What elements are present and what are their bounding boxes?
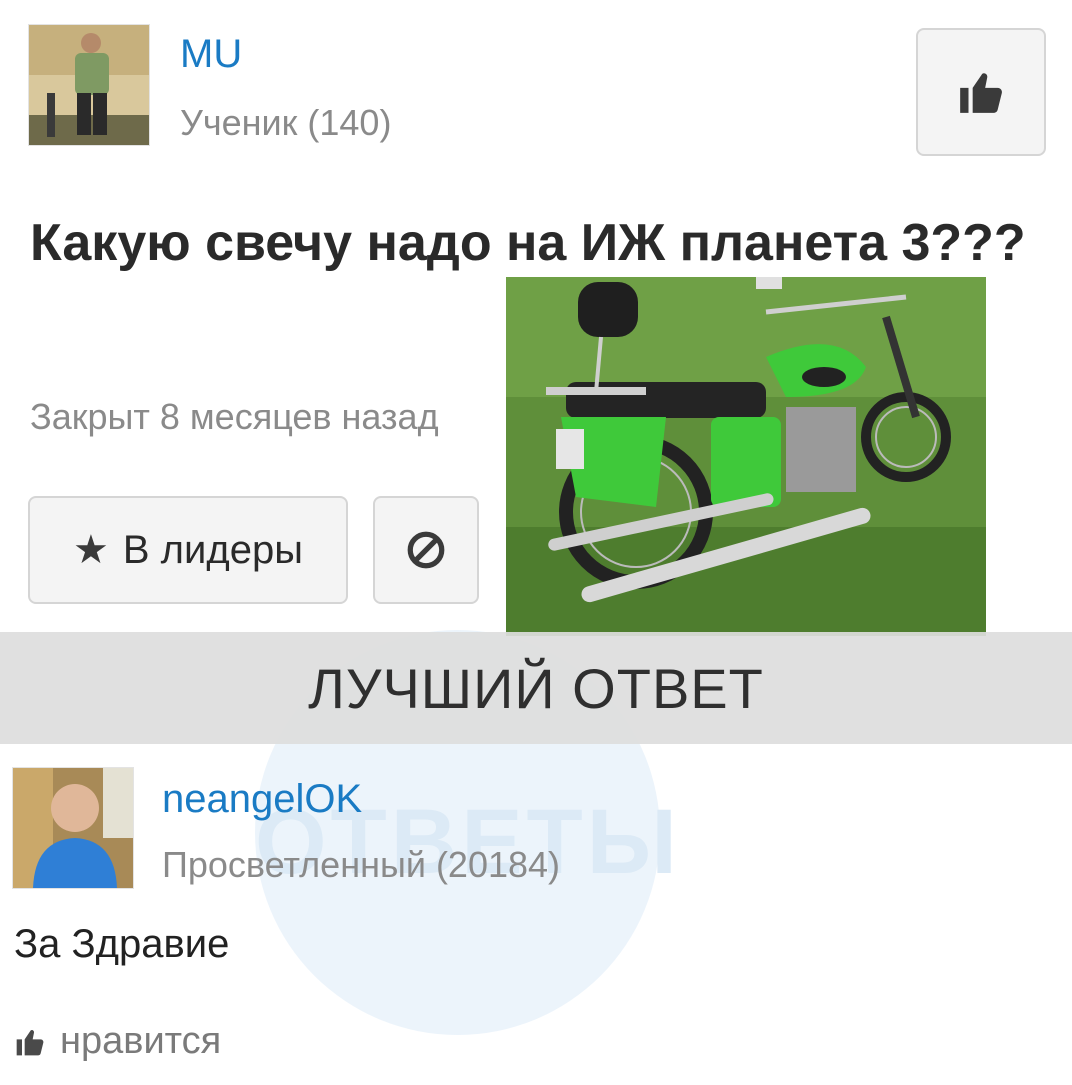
like-label: нравится: [60, 1020, 222, 1062]
question-title: Какую свечу надо на ИЖ планета 3???: [30, 214, 1026, 272]
best-answer-header: ЛУЧШИЙ ОТВЕТ: [0, 632, 1072, 744]
question-author-avatar[interactable]: [28, 24, 150, 146]
answer-author-name[interactable]: neangelOK: [162, 777, 362, 822]
thumbs-up-icon: [16, 1029, 44, 1055]
avatar-photo: [29, 25, 149, 145]
motorcycle-image: [506, 277, 986, 636]
report-button[interactable]: [373, 496, 479, 604]
question-author-name[interactable]: MU: [180, 32, 242, 77]
add-to-leaders-label: В лидеры: [122, 527, 303, 572]
answer-author-rank: Просветленный (20184): [162, 844, 561, 885]
answer-author-avatar[interactable]: [12, 767, 134, 889]
like-button[interactable]: [916, 28, 1046, 156]
prohibited-icon: [407, 531, 445, 569]
answer-like-link[interactable]: нравится: [14, 1020, 221, 1063]
thumbs-up-icon: [960, 73, 1002, 113]
add-to-leaders-button[interactable]: ★ В лидеры: [28, 496, 348, 604]
question-status: Закрыт 8 месяцев назад: [30, 396, 439, 437]
answer-text: За Здравие: [14, 922, 230, 966]
star-icon: ★: [73, 528, 109, 572]
question-author-rank: Ученик (140): [180, 102, 392, 143]
question-photo[interactable]: [506, 277, 986, 636]
avatar-photo: [13, 768, 133, 888]
